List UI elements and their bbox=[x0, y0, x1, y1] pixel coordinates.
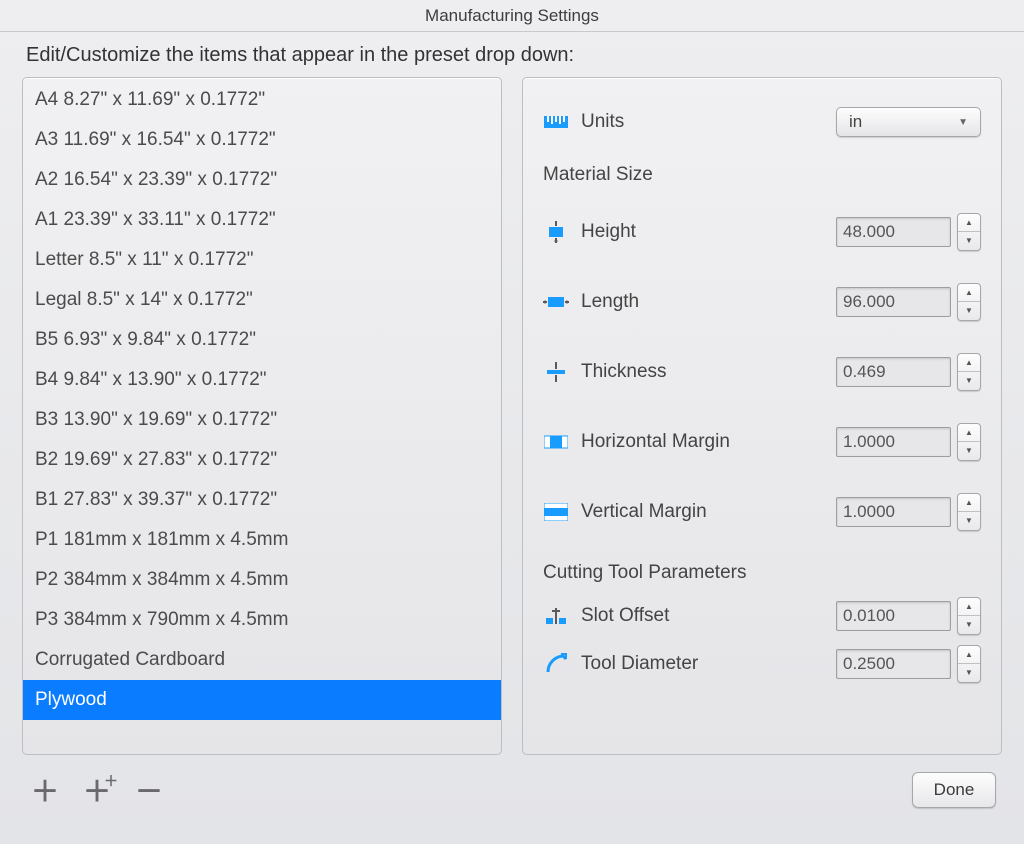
hmargin-label: Horizontal Margin bbox=[581, 431, 824, 453]
duplicate-preset-button[interactable]: ＋＋ bbox=[80, 773, 114, 807]
length-field[interactable] bbox=[836, 287, 951, 317]
height-row: Height ▲ ▼ bbox=[543, 208, 981, 256]
preset-item[interactable]: A3 11.69" x 16.54" x 0.1772" bbox=[23, 120, 501, 160]
preset-item[interactable]: B2 19.69" x 27.83" x 0.1772" bbox=[23, 440, 501, 480]
footer: ＋ ＋＋ － Done bbox=[0, 755, 1024, 815]
length-row: Length ▲ ▼ bbox=[543, 278, 981, 326]
length-label: Length bbox=[581, 291, 824, 313]
tool-diameter-field[interactable] bbox=[836, 649, 951, 679]
stepper-down-icon[interactable]: ▼ bbox=[958, 302, 980, 320]
preset-item[interactable]: Corrugated Cardboard bbox=[23, 640, 501, 680]
stepper-down-icon[interactable]: ▼ bbox=[958, 616, 980, 634]
stepper-up-icon[interactable]: ▲ bbox=[958, 424, 980, 442]
height-field[interactable] bbox=[836, 217, 951, 247]
tool-diameter-icon bbox=[543, 651, 569, 677]
stepper-up-icon[interactable]: ▲ bbox=[958, 354, 980, 372]
length-stepper[interactable]: ▲ ▼ bbox=[957, 283, 981, 321]
preset-item[interactable]: Legal 8.5" x 14" x 0.1772" bbox=[23, 280, 501, 320]
vmargin-label: Vertical Margin bbox=[581, 501, 824, 523]
height-stepper[interactable]: ▲ ▼ bbox=[957, 213, 981, 251]
add-preset-button[interactable]: ＋ bbox=[28, 773, 62, 807]
stepper-down-icon[interactable]: ▼ bbox=[958, 442, 980, 460]
preset-item[interactable]: P3 384mm x 790mm x 4.5mm bbox=[23, 600, 501, 640]
cutting-heading: Cutting Tool Parameters bbox=[543, 562, 981, 584]
hmargin-field[interactable] bbox=[836, 427, 951, 457]
preset-item[interactable]: Plywood bbox=[23, 680, 501, 720]
stepper-up-icon[interactable]: ▲ bbox=[958, 284, 980, 302]
thickness-icon bbox=[543, 359, 569, 385]
units-label: Units bbox=[581, 111, 824, 133]
stepper-down-icon[interactable]: ▼ bbox=[958, 512, 980, 530]
preset-list[interactable]: A4 8.27" x 11.69" x 0.1772"A3 11.69" x 1… bbox=[23, 78, 501, 754]
preset-item[interactable]: P1 181mm x 181mm x 4.5mm bbox=[23, 520, 501, 560]
preset-item[interactable]: A4 8.27" x 11.69" x 0.1772" bbox=[23, 80, 501, 120]
window-title: Manufacturing Settings bbox=[0, 0, 1024, 32]
hmargin-stepper[interactable]: ▲ ▼ bbox=[957, 423, 981, 461]
settings-panel: Units in ▼ Material Size Height bbox=[522, 77, 1002, 755]
stepper-down-icon[interactable]: ▼ bbox=[958, 232, 980, 250]
preset-item[interactable]: P2 384mm x 384mm x 4.5mm bbox=[23, 560, 501, 600]
slot-offset-label: Slot Offset bbox=[581, 605, 824, 627]
slot-offset-field[interactable] bbox=[836, 601, 951, 631]
ruler-icon bbox=[543, 109, 569, 135]
height-icon bbox=[543, 219, 569, 245]
horizontal-margin-icon bbox=[543, 429, 569, 455]
hmargin-row: Horizontal Margin ▲ ▼ bbox=[543, 418, 981, 466]
preset-item[interactable]: B1 27.83" x 39.37" x 0.1772" bbox=[23, 480, 501, 520]
preset-item[interactable]: B3 13.90" x 19.69" x 0.1772" bbox=[23, 400, 501, 440]
thickness-label: Thickness bbox=[581, 361, 824, 383]
preset-item[interactable]: B4 9.84" x 13.90" x 0.1772" bbox=[23, 360, 501, 400]
height-label: Height bbox=[581, 221, 824, 243]
vmargin-stepper[interactable]: ▲ ▼ bbox=[957, 493, 981, 531]
units-row: Units in ▼ bbox=[543, 98, 981, 146]
material-size-heading: Material Size bbox=[543, 164, 981, 186]
tool-diameter-row: Tool Diameter ▲ ▼ bbox=[543, 640, 981, 688]
thickness-stepper[interactable]: ▲ ▼ bbox=[957, 353, 981, 391]
stepper-down-icon[interactable]: ▼ bbox=[958, 372, 980, 390]
tool-diameter-label: Tool Diameter bbox=[581, 653, 824, 675]
stepper-up-icon[interactable]: ▲ bbox=[958, 494, 980, 512]
vmargin-row: Vertical Margin ▲ ▼ bbox=[543, 488, 981, 536]
preset-item[interactable]: A1 23.39" x 33.11" x 0.1772" bbox=[23, 200, 501, 240]
thickness-row: Thickness ▲ ▼ bbox=[543, 348, 981, 396]
stepper-up-icon[interactable]: ▲ bbox=[958, 214, 980, 232]
units-value: in bbox=[849, 112, 862, 132]
units-select[interactable]: in ▼ bbox=[836, 107, 981, 137]
vmargin-field[interactable] bbox=[836, 497, 951, 527]
stepper-up-icon[interactable]: ▲ bbox=[958, 646, 980, 664]
stepper-down-icon[interactable]: ▼ bbox=[958, 664, 980, 682]
length-icon bbox=[543, 289, 569, 315]
preset-item[interactable]: B5 6.93" x 9.84" x 0.1772" bbox=[23, 320, 501, 360]
preset-list-panel: A4 8.27" x 11.69" x 0.1772"A3 11.69" x 1… bbox=[22, 77, 502, 755]
preset-item[interactable]: A2 16.54" x 23.39" x 0.1772" bbox=[23, 160, 501, 200]
done-button[interactable]: Done bbox=[912, 772, 996, 808]
tool-diameter-stepper[interactable]: ▲ ▼ bbox=[957, 645, 981, 683]
slot-offset-row: Slot Offset ▲ ▼ bbox=[543, 592, 981, 640]
slot-offset-icon bbox=[543, 603, 569, 629]
remove-preset-button[interactable]: － bbox=[132, 773, 166, 807]
vertical-margin-icon bbox=[543, 499, 569, 525]
instruction-text: Edit/Customize the items that appear in … bbox=[0, 32, 1024, 77]
slot-offset-stepper[interactable]: ▲ ▼ bbox=[957, 597, 981, 635]
chevron-down-icon: ▼ bbox=[958, 117, 968, 128]
preset-item[interactable]: Letter 8.5" x 11" x 0.1772" bbox=[23, 240, 501, 280]
thickness-field[interactable] bbox=[836, 357, 951, 387]
stepper-up-icon[interactable]: ▲ bbox=[958, 598, 980, 616]
